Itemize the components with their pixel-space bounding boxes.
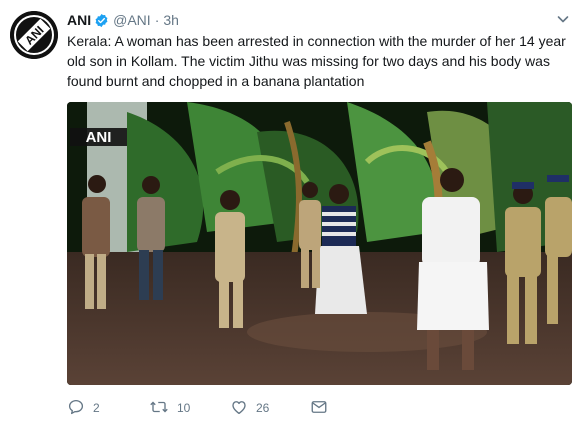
verified-badge-icon (94, 13, 109, 32)
reply-icon (67, 398, 93, 419)
like-count: 26 (256, 401, 270, 415)
tweet-actions: 2 10 26 (67, 397, 367, 419)
tweet-header: ANI @ANI · 3h (67, 11, 179, 29)
tweet-timestamp[interactable]: 3h (163, 12, 179, 28)
media-watermark: ANI (86, 129, 112, 146)
tweet-text: Kerala: A woman has been arrested in con… (67, 33, 566, 89)
direct-message-icon (310, 398, 336, 419)
ani-logo-icon[interactable]: ANI (10, 11, 58, 59)
separator-dot: · (154, 12, 160, 28)
reply-button[interactable]: 2 (67, 397, 100, 419)
tweet-photo[interactable]: ANI (67, 102, 572, 385)
heart-icon (230, 398, 256, 419)
direct-message-button[interactable] (310, 397, 336, 419)
author-name[interactable]: ANI (67, 12, 91, 28)
like-button[interactable]: 26 (230, 397, 269, 419)
retweet-icon (149, 398, 177, 419)
retweet-count: 10 (177, 401, 191, 415)
tweet-card[interactable]: ANI ANI @ANI · 3h Kerala: A woman has been … (0, 0, 580, 423)
retweet-button[interactable]: 10 (149, 397, 190, 419)
reply-count: 2 (93, 401, 100, 415)
author-handle[interactable]: @ANI (113, 12, 151, 28)
chevron-down-icon[interactable] (556, 12, 570, 26)
